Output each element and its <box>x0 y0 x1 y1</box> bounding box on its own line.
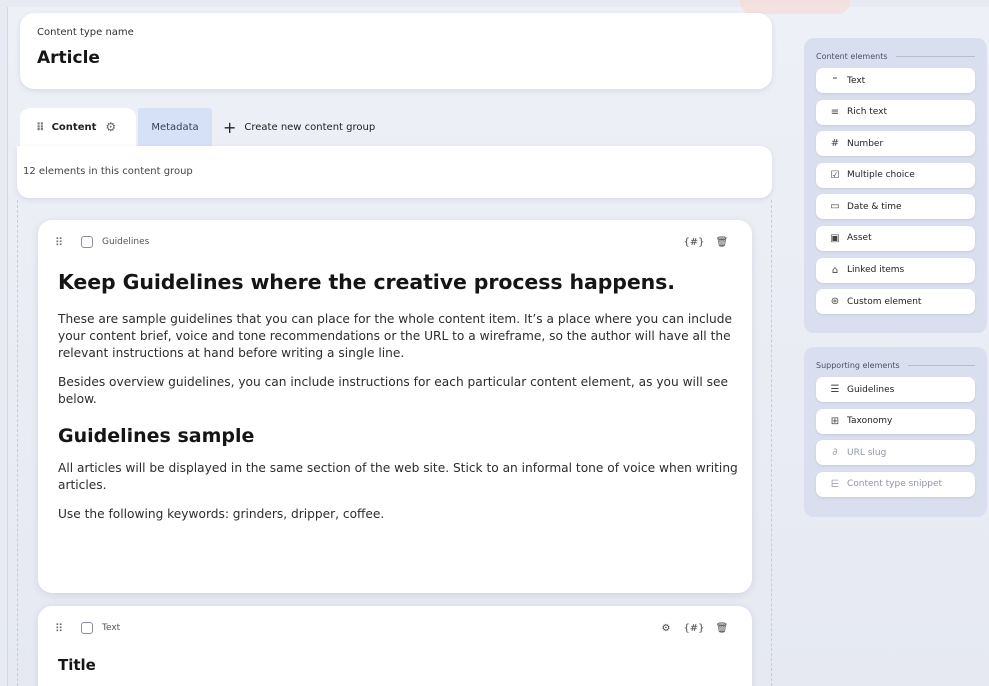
linked-items-icon: ⌂ <box>831 264 839 276</box>
element-type-label: Text <box>102 623 121 633</box>
text-element-card[interactable]: ⠿ Text ⚙ {#} 🗑 Title <box>38 606 752 686</box>
element-content-type-snippet[interactable]: ⋿ Content type snippet <box>816 471 975 497</box>
divider <box>907 364 975 366</box>
element-label: Linked items <box>847 265 905 276</box>
trash-icon[interactable]: 🗑 <box>708 623 736 634</box>
guidelines-body[interactable]: Keep Guidelines where the creative proce… <box>58 270 738 535</box>
hash-icon: # <box>830 138 840 150</box>
drag-handle-icon[interactable]: ⠿ <box>55 236 73 249</box>
create-content-group-label: Create new content group <box>244 121 376 133</box>
element-date-time[interactable]: ▭ Date & time <box>816 194 975 220</box>
guidelines-paragraph: Use the following keywords: grinders, dr… <box>58 507 385 521</box>
element-asset[interactable]: ▣ Asset <box>816 225 975 251</box>
element-linked-items[interactable]: ⌂ Linked items <box>816 257 975 283</box>
element-label: URL slug <box>847 447 887 458</box>
element-label: Guidelines <box>847 384 895 395</box>
element-label: Date & time <box>847 201 902 212</box>
calendar-icon: ▭ <box>830 201 840 213</box>
image-icon: ▣ <box>830 232 840 244</box>
panel-title: Supporting elements <box>816 357 975 373</box>
select-checkbox[interactable] <box>81 622 93 634</box>
element-type-label: Guidelines <box>102 237 150 247</box>
element-rich-text[interactable]: ≡ Rich text <box>816 99 975 125</box>
top-highlight <box>740 0 850 14</box>
content-group-info: 12 elements in this content group <box>17 146 772 198</box>
element-label: Content type snippet <box>847 479 943 490</box>
divider <box>895 55 975 57</box>
guidelines-element-card[interactable]: ⠿ Guidelines {#} 🗑 Keep Guidelines where… <box>38 220 752 593</box>
element-label: Rich text <box>847 107 888 118</box>
guidelines-paragraph: These are sample guidelines that you can… <box>58 312 732 360</box>
gear-icon[interactable]: ⚙ <box>652 623 680 634</box>
element-header: ⠿ Guidelines {#} 🗑 <box>55 234 736 250</box>
element-url-slug[interactable]: ∂ URL slug <box>816 440 975 466</box>
element-label: Asset <box>847 233 872 244</box>
element-label: Multiple choice <box>847 170 915 181</box>
content-type-name-card[interactable]: Content type name Article <box>20 13 772 89</box>
element-multiple-choice[interactable]: ☑ Multiple choice <box>816 162 975 188</box>
panel-title: Content elements <box>816 48 975 64</box>
tab-content-label: Content <box>51 121 97 133</box>
supporting-elements-panel: Supporting elements ☰ Guidelines ⊞ Taxonom… <box>804 347 987 517</box>
guidelines-paragraph: All articles will be displayed in the sa… <box>58 461 738 492</box>
element-name-input[interactable]: Title <box>58 656 96 674</box>
drag-handle-icon[interactable]: ⠿ <box>55 622 73 635</box>
element-custom-element[interactable]: ⊛ Custom element <box>816 289 975 315</box>
drag-handle-icon[interactable]: ⠿ <box>36 121 44 134</box>
gear-icon[interactable]: ⚙ <box>105 120 116 134</box>
content-elements-panel: Content elements ⁼ Text ≡ Rich text # Numbe… <box>804 38 987 333</box>
element-guidelines[interactable]: ☰ Guidelines <box>816 377 975 402</box>
link-icon: ∂ <box>832 447 838 459</box>
tab-metadata-label: Metadata <box>151 121 199 133</box>
guidelines-icon: ☰ <box>830 384 840 395</box>
guidelines-subheading: Guidelines sample <box>58 425 255 447</box>
content-type-name-input[interactable]: Article <box>37 48 100 68</box>
element-label: Custom element <box>847 296 922 307</box>
element-number[interactable]: # Number <box>816 131 975 157</box>
snippet-icon: ⋿ <box>830 478 840 490</box>
element-actions: ⚙ {#} 🗑 <box>652 623 736 634</box>
plus-icon: + <box>223 117 237 137</box>
taxonomy-icon: ⊞ <box>830 415 840 427</box>
content-type-name-label: Content type name <box>37 27 134 38</box>
checkbox-icon: ☑ <box>830 169 840 181</box>
panel-title-text: Supporting elements <box>816 360 900 370</box>
rich-text-icon: ≡ <box>830 106 840 118</box>
element-header: ⠿ Text ⚙ {#} 🗑 <box>55 620 736 636</box>
text-icon: ⁼ <box>832 75 838 86</box>
custom-element-icon: ⊛ <box>830 296 840 308</box>
element-count-text: 12 elements in this content group <box>23 166 193 177</box>
element-label: Taxonomy <box>847 416 893 427</box>
element-label: Text <box>847 75 866 86</box>
tab-metadata[interactable]: Metadata <box>138 108 212 146</box>
trash-icon[interactable]: 🗑 <box>708 237 736 248</box>
codename-icon[interactable]: {#} <box>680 623 708 634</box>
guidelines-paragraph: Besides overview guidelines, you can inc… <box>58 375 728 406</box>
tab-content[interactable]: ⠿ Content ⚙ <box>20 108 136 146</box>
select-checkbox[interactable] <box>81 236 93 248</box>
create-content-group-button[interactable]: + Create new content group <box>223 108 423 146</box>
guidelines-heading: Keep Guidelines where the creative proce… <box>58 270 675 294</box>
panel-title-text: Content elements <box>816 51 888 61</box>
element-taxonomy[interactable]: ⊞ Taxonomy <box>816 408 975 434</box>
element-text[interactable]: ⁼ Text <box>816 68 975 93</box>
element-actions: {#} 🗑 <box>680 237 736 248</box>
element-label: Number <box>847 138 884 149</box>
codename-icon[interactable]: {#} <box>680 237 708 248</box>
content-group-tabs: ⠿ Content ⚙ Metadata + Create new conten… <box>20 108 772 146</box>
